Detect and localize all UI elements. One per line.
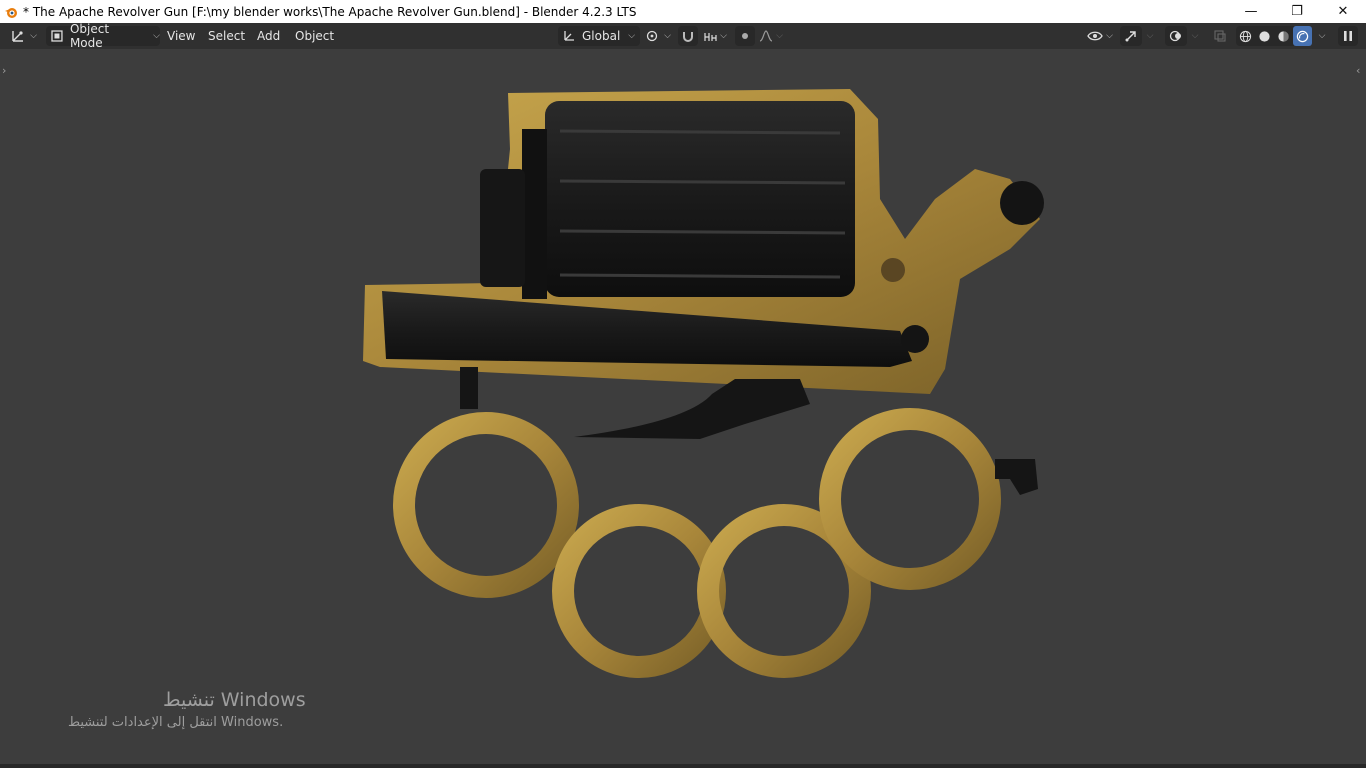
hammer-knob bbox=[1000, 181, 1044, 225]
viewport-header: ⌵ Object Mode ⌵ View Select Add Object G… bbox=[0, 22, 1366, 50]
chevron-down-icon: ⌵ bbox=[664, 31, 671, 41]
chevron-down-icon: ⌵ bbox=[153, 31, 160, 41]
gizmo-icon bbox=[1125, 31, 1136, 42]
overlays-icon bbox=[1169, 30, 1181, 42]
menu-object[interactable]: Object bbox=[289, 26, 340, 46]
close-button[interactable]: ✕ bbox=[1320, 0, 1366, 23]
knuckle-rings bbox=[393, 408, 1001, 678]
window-titlebar: * The Apache Revolver Gun [F:\my blender… bbox=[0, 0, 1366, 23]
eye-icon bbox=[1087, 31, 1103, 41]
blender-logo-icon bbox=[5, 7, 17, 18]
minimize-button[interactable]: — bbox=[1228, 0, 1274, 23]
editor-type-icon bbox=[12, 31, 24, 42]
material-sphere-icon bbox=[1278, 30, 1289, 42]
transform-orientation-dropdown[interactable]: Global ⌵ bbox=[558, 26, 640, 46]
snap-increment-icon bbox=[704, 33, 717, 41]
chevron-down-icon: ⌵ bbox=[720, 31, 727, 41]
window-title: * The Apache Revolver Gun [F:\my blender… bbox=[23, 4, 637, 19]
chevron-down-icon: ⌵ bbox=[1318, 31, 1326, 41]
rear-latch bbox=[995, 459, 1038, 495]
object-mode-icon bbox=[51, 30, 63, 42]
chevron-down-icon: ⌵ bbox=[1146, 31, 1154, 41]
chevron-down-icon: ⌵ bbox=[1191, 31, 1199, 41]
proportional-falloff-button[interactable]: ⌵ bbox=[757, 26, 785, 46]
xray-icon bbox=[1214, 30, 1226, 42]
orientation-label: Global bbox=[582, 29, 621, 43]
chevron-down-icon: ⌵ bbox=[776, 31, 783, 41]
overlays-toggle[interactable] bbox=[1165, 26, 1187, 46]
pivot-point-button[interactable]: ⌵ bbox=[643, 26, 673, 46]
pause-icon bbox=[1344, 31, 1352, 41]
chevron-down-icon: ⌵ bbox=[30, 31, 37, 41]
pause-render-button[interactable] bbox=[1338, 26, 1358, 46]
pivot-icon bbox=[646, 30, 658, 42]
snap-toggle[interactable] bbox=[678, 26, 698, 46]
chevron-down-icon: ⌵ bbox=[1106, 31, 1113, 41]
xray-toggle[interactable] bbox=[1210, 26, 1230, 46]
shading-options-button[interactable]: ⌵ bbox=[1314, 26, 1330, 46]
shading-wireframe-button[interactable] bbox=[1236, 30, 1255, 43]
chevron-down-icon: ⌵ bbox=[628, 31, 636, 41]
overlays-options-button[interactable]: ⌵ bbox=[1188, 26, 1202, 46]
shading-mode-group bbox=[1236, 26, 1312, 46]
revolver-model[interactable] bbox=[0, 49, 1366, 768]
proportional-editing-toggle[interactable] bbox=[735, 26, 755, 46]
shading-rendered-button[interactable] bbox=[1293, 26, 1312, 46]
windows-activation-title: تنشيط Windows bbox=[163, 689, 306, 711]
snap-target-button[interactable]: ⌵ bbox=[700, 26, 730, 46]
magnet-icon bbox=[683, 32, 693, 42]
gizmo-options-button[interactable]: ⌵ bbox=[1143, 26, 1157, 46]
editor-type-button[interactable]: ⌵ bbox=[8, 26, 40, 46]
menu-add[interactable]: Add bbox=[251, 26, 286, 46]
3d-viewport[interactable]: › ‹ تنشيط Windows انتقل إلى الإعدادات لت… bbox=[0, 49, 1366, 768]
wireframe-sphere-icon bbox=[1239, 30, 1252, 42]
orientation-icon bbox=[564, 31, 574, 41]
shading-solid-button[interactable] bbox=[1255, 30, 1274, 43]
restore-button[interactable]: ❐ bbox=[1274, 0, 1320, 23]
trigger bbox=[574, 379, 810, 439]
windows-activation-subtitle: انتقل إلى الإعدادات لتنشيط Windows. bbox=[68, 715, 284, 730]
rendered-sphere-icon bbox=[1296, 30, 1309, 42]
mode-label: Object Mode bbox=[69, 22, 110, 50]
gizmo-toggle[interactable] bbox=[1120, 26, 1142, 46]
bottom-edge bbox=[0, 764, 1366, 768]
mode-selector[interactable]: Object Mode ⌵ bbox=[46, 22, 160, 50]
object-visibility-button[interactable]: ⌵ bbox=[1084, 26, 1116, 46]
solid-sphere-icon bbox=[1259, 30, 1270, 42]
shading-material-button[interactable] bbox=[1274, 30, 1293, 43]
proportional-editing-icon bbox=[742, 33, 748, 39]
menu-select[interactable]: Select bbox=[202, 26, 251, 46]
falloff-curve-icon bbox=[759, 30, 773, 42]
menu-view[interactable]: View bbox=[161, 26, 201, 46]
